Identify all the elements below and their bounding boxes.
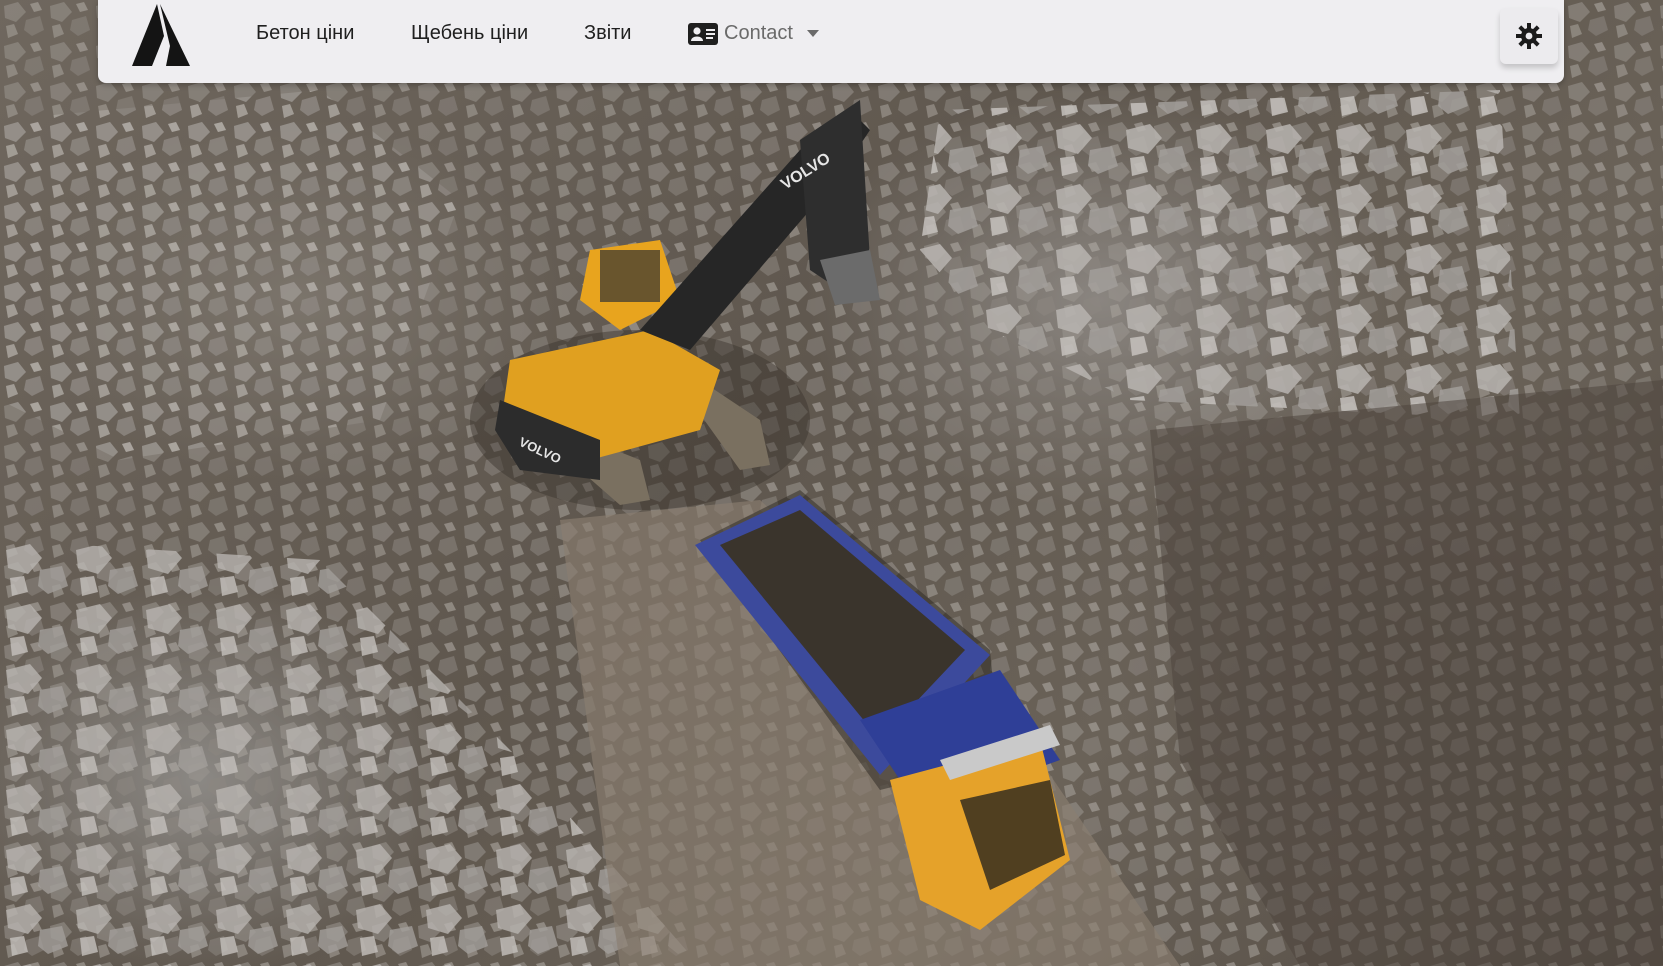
nav-link-concrete-prices[interactable]: Бетон ціни [256, 22, 354, 45]
navbar: Бетон ціни Щебень ціни Звіти Contact [98, 0, 1564, 83]
brand-logo-link[interactable] [126, 2, 192, 68]
theme-toggle-button[interactable] [1500, 8, 1558, 64]
nav-link-reports[interactable]: Звіти [584, 22, 631, 45]
contact-card-icon [688, 22, 718, 45]
logo-mountain-icon [132, 4, 190, 66]
hero-background-image: VOLVO VOLVO [0, 0, 1663, 966]
chevron-down-icon [806, 30, 819, 37]
nav-contact-dropdown[interactable]: Contact [688, 22, 819, 45]
nav-link-crushed-stone-prices[interactable]: Щебень ціни [411, 22, 528, 45]
gear-icon [1516, 23, 1542, 49]
nav-contact-label: Contact [724, 22, 793, 44]
quarry-aerial-photo: VOLVO VOLVO [0, 0, 1663, 966]
